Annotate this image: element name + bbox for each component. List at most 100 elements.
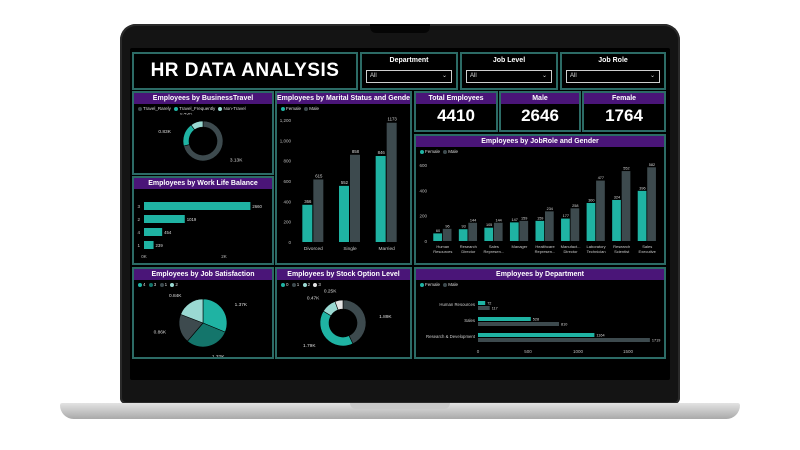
bar bbox=[144, 228, 163, 236]
data-label: 552 bbox=[623, 167, 629, 171]
data-label: 93 bbox=[461, 225, 465, 229]
legend-item: Female bbox=[425, 282, 441, 287]
data-label: 396 bbox=[639, 186, 645, 190]
job-satisfaction-legend: 4 3 1 2 bbox=[136, 282, 178, 287]
x-tick-label: Director bbox=[461, 249, 476, 254]
chart-title: Employees by Marital Status and Gender bbox=[277, 93, 410, 104]
job-satisfaction-panel: Employees by Job Satisfaction 4 3 1 2 1.… bbox=[132, 267, 274, 359]
legend-item: Travel_Frequently bbox=[179, 106, 216, 111]
work-life-panel: Employees by Work Life Balance 3 2660 2 101… bbox=[132, 176, 274, 265]
data-label: 477 bbox=[598, 176, 604, 180]
data-label: 117 bbox=[492, 307, 498, 311]
business-travel-panel: Employees by BusinessTravel Travel_Rarel… bbox=[132, 91, 274, 175]
bar bbox=[144, 202, 251, 210]
x-tick-label: 2K bbox=[221, 254, 227, 259]
chart-title: Employees by JobRole and Gender bbox=[416, 136, 664, 147]
y-tick-label: 400 bbox=[283, 199, 291, 204]
bar bbox=[570, 208, 580, 241]
bar bbox=[519, 220, 529, 241]
bar bbox=[144, 241, 154, 249]
bar bbox=[621, 171, 631, 241]
legend-item: 2 bbox=[175, 282, 178, 287]
bar bbox=[313, 179, 324, 242]
bar bbox=[612, 199, 621, 241]
business-travel-legend: Travel_Rarely Travel_Frequently Non-Trav… bbox=[136, 106, 246, 111]
x-tick-label: Represen... bbox=[535, 249, 556, 254]
y-tick-label: 200 bbox=[283, 220, 291, 225]
bar bbox=[484, 227, 494, 241]
data-label: 1719 bbox=[652, 339, 660, 343]
data-label: 105 bbox=[486, 223, 492, 227]
data-label: 552 bbox=[341, 180, 349, 185]
stock-option-donut: 1.89K 1.79K 0.47K 0.25K bbox=[303, 289, 392, 349]
dropdown-value: All bbox=[370, 73, 377, 79]
bar bbox=[478, 301, 486, 305]
job-role-dropdown[interactable]: All ⌄ bbox=[566, 70, 660, 83]
department-bar-chart: Human Resources 72117 Sales 528 810 Research … bbox=[426, 301, 660, 354]
y-tick-label: 4 bbox=[137, 230, 140, 235]
data-label: 144 bbox=[470, 218, 476, 222]
data-label: 60 bbox=[436, 229, 440, 233]
x-tick-label: Married bbox=[379, 246, 396, 252]
data-label: 324 bbox=[614, 195, 620, 199]
data-label: 147 bbox=[512, 218, 518, 222]
y-tick-label: 600 bbox=[283, 179, 291, 184]
slice-label: 0.84K bbox=[169, 293, 182, 299]
bar bbox=[586, 203, 596, 241]
chevron-down-icon: ⌄ bbox=[441, 73, 447, 79]
filter-label: Job Role bbox=[598, 57, 628, 64]
department-dropdown[interactable]: All ⌄ bbox=[366, 70, 452, 83]
dropdown-value: All bbox=[570, 73, 577, 79]
kpi-label: Female bbox=[584, 93, 664, 104]
bar bbox=[458, 229, 468, 241]
legend-item: Female bbox=[425, 149, 441, 154]
kpi-total-panel: Total Employees 4410 bbox=[414, 91, 498, 132]
bar bbox=[442, 228, 452, 241]
bar bbox=[433, 233, 442, 241]
job-level-dropdown[interactable]: All ⌄ bbox=[466, 70, 552, 83]
y-tick-label: 2 bbox=[137, 217, 140, 222]
x-tick-label: 1000 bbox=[573, 349, 584, 354]
work-life-bar-chart: 3 2660 2 1019 4 454 1 239 0K 2K bbox=[137, 202, 263, 259]
laptop-base-notch bbox=[350, 403, 450, 409]
data-label: 846 bbox=[378, 150, 386, 155]
data-label: 858 bbox=[352, 149, 360, 154]
kpi-male-panel: Male 2646 bbox=[499, 91, 581, 132]
y-tick-label: 1,200 bbox=[280, 118, 292, 123]
stock-option-panel: Employees by Stock Option Level 0 1 2 3 … bbox=[275, 267, 412, 359]
legend-item: Female bbox=[286, 106, 302, 111]
chart-title: Employees by Department bbox=[416, 269, 664, 280]
y-tick-label: Human Resources bbox=[439, 302, 475, 307]
filter-job-role: Job Role All ⌄ bbox=[560, 52, 666, 90]
bar bbox=[561, 218, 570, 241]
data-label: 239 bbox=[156, 243, 164, 248]
data-label: 1173 bbox=[388, 117, 398, 122]
pie-slice bbox=[182, 124, 196, 147]
legend-item: 3 bbox=[153, 282, 157, 287]
pie-slice bbox=[319, 310, 354, 347]
kpi-value: 4410 bbox=[437, 106, 475, 125]
legend-item: 1 bbox=[164, 282, 168, 287]
dropdown-value: All bbox=[470, 73, 477, 79]
data-label: 615 bbox=[315, 173, 323, 178]
stock-option-legend: 0 1 2 3 bbox=[279, 282, 321, 287]
kpi-label: Total Employees bbox=[416, 93, 496, 104]
filter-job-level: Job Level All ⌄ bbox=[460, 52, 558, 90]
data-label: 72 bbox=[487, 302, 491, 306]
data-label: 159 bbox=[521, 216, 527, 220]
legend-item: 1 bbox=[296, 282, 300, 287]
y-tick-label: 800 bbox=[283, 159, 291, 164]
slice-label: 0.25K bbox=[324, 289, 337, 295]
legend-item: Non-Travel bbox=[223, 106, 246, 111]
data-label: 258 bbox=[572, 204, 578, 208]
y-tick-label: 1,000 bbox=[280, 138, 292, 143]
bar bbox=[478, 306, 490, 310]
x-tick-label: Represen... bbox=[484, 249, 505, 254]
data-label: 159 bbox=[537, 216, 543, 220]
department-panel: Employees by Department Female Male Huma… bbox=[414, 267, 666, 359]
x-tick-label: 1500 bbox=[623, 349, 634, 354]
data-label: 300 bbox=[588, 199, 594, 203]
jobrole-bar-chart: 02004006006096HumanResources93144Researc… bbox=[419, 163, 656, 254]
bar bbox=[478, 322, 559, 326]
camera-notch bbox=[370, 24, 430, 33]
